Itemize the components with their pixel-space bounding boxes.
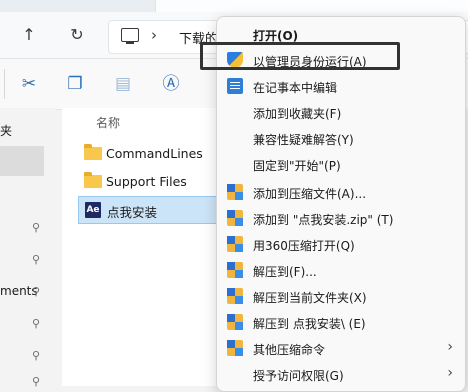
sidebar-item-label[interactable]: 夹: [0, 122, 12, 139]
pin-icon[interactable]: ⚲: [32, 350, 42, 362]
menu-item-edit-notepad[interactable]: 在记事本中编辑: [217, 73, 465, 99]
refresh-icon[interactable]: ↻: [66, 24, 88, 46]
menu-item-extract-here[interactable]: 解压到当前文件夹(X): [217, 283, 465, 309]
notepad-icon: [227, 78, 243, 94]
pin-icon[interactable]: ⚲: [32, 254, 42, 266]
column-header-name[interactable]: 名称: [96, 114, 120, 131]
navigation-pane: 夹 ⚲ ⚲ ments ⚲ ⚲ ⚲ ⚲: [0, 108, 56, 388]
cut-icon[interactable]: ✂: [18, 73, 40, 95]
menu-item-label: 添加到收藏夹(F): [253, 107, 342, 121]
menu-item-label: 解压到当前文件夹(X): [253, 291, 367, 305]
pin-icon[interactable]: ⚲: [32, 318, 42, 330]
menu-item-label: 解压到(F)...: [253, 265, 317, 279]
menu-item-label: 授予访问权限(G): [253, 369, 344, 383]
file-name: CommandLines: [106, 146, 203, 161]
archive-icon: [227, 340, 243, 356]
archive-icon: [227, 236, 243, 252]
folder-icon: [84, 144, 102, 160]
menu-item-label: 添加到 "点我安装.zip" (T): [253, 213, 394, 227]
paste-icon[interactable]: ▤: [112, 73, 134, 95]
menu-item-add-favorites[interactable]: 添加到收藏夹(F): [217, 99, 465, 125]
menu-item-label: 在记事本中编辑: [253, 81, 338, 95]
archive-icon: [227, 288, 243, 304]
chevron-right-icon: ›: [447, 339, 453, 355]
sidebar-selected-item[interactable]: [0, 146, 44, 176]
menu-item-label: 解压到 点我安装\ (E): [253, 317, 366, 331]
archive-icon: [227, 262, 243, 278]
up-arrow-icon[interactable]: ↑: [18, 24, 40, 46]
menu-item-label: 添加到压缩文件(A)...: [253, 187, 367, 201]
archive-icon: [227, 314, 243, 330]
pin-icon[interactable]: ⚲: [32, 286, 42, 298]
menu-item-label: 固定到"开始"(P): [253, 159, 341, 173]
window-tab[interactable]: [155, 0, 468, 12]
chevron-right-icon: ›: [447, 365, 453, 381]
menu-item-extract-folder[interactable]: 解压到 点我安装\ (E): [217, 309, 465, 335]
archive-icon: [227, 210, 243, 226]
menu-item-label: 兼容性疑难解答(Y): [253, 133, 354, 147]
computer-icon: [121, 28, 139, 44]
pin-icon[interactable]: ⚲: [32, 222, 42, 234]
highlight-annotation: [200, 42, 400, 70]
folder-icon: [84, 172, 102, 188]
rename-icon[interactable]: Ⓐ: [160, 73, 182, 95]
menu-item-pin-start[interactable]: 固定到"开始"(P): [217, 151, 465, 177]
menu-item-label: 用360压缩打开(Q): [253, 239, 355, 253]
menu-item-grant-access[interactable]: 授予访问权限(G) ›: [217, 361, 465, 387]
menu-item-compatibility[interactable]: 兼容性疑难解答(Y): [217, 125, 465, 151]
context-menu: 打开(O) 以管理员身份运行(A) 在记事本中编辑 添加到收藏夹(F) 兼容性疑…: [216, 16, 466, 392]
application-icon: Ae: [85, 202, 101, 218]
chevron-right-icon[interactable]: ›: [151, 26, 157, 44]
menu-item-add-zip[interactable]: 添加到 "点我安装.zip" (T): [217, 205, 465, 231]
pin-icon[interactable]: ⚲: [32, 376, 42, 388]
file-name: Support Files: [106, 174, 187, 189]
menu-item-extract-to[interactable]: 解压到(F)...: [217, 257, 465, 283]
file-name: 点我安装: [107, 205, 158, 220]
menu-item-more-compress[interactable]: 其他压缩命令 ›: [217, 335, 465, 361]
menu-item-open-360[interactable]: 用360压缩打开(Q): [217, 231, 465, 257]
toolbar-divider: [4, 69, 5, 99]
copy-icon[interactable]: ❐: [64, 73, 86, 95]
menu-item-label: 其他压缩命令: [253, 343, 326, 357]
archive-icon: [227, 184, 243, 200]
menu-item-add-archive[interactable]: 添加到压缩文件(A)...: [217, 179, 465, 205]
